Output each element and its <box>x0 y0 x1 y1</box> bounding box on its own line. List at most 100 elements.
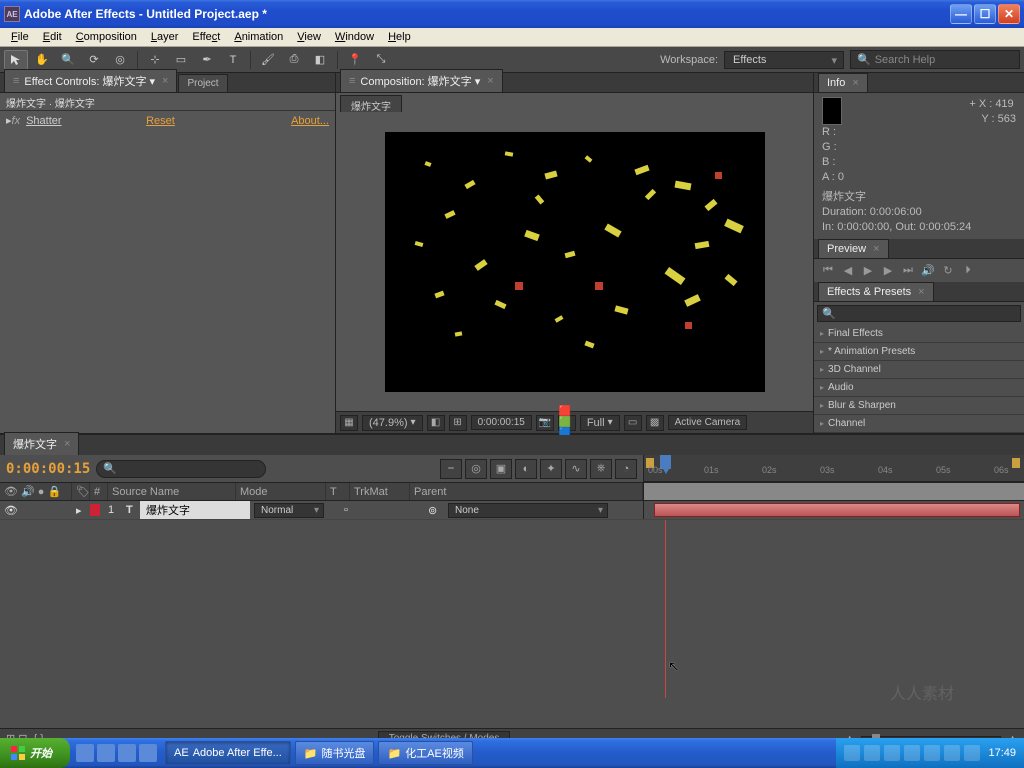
menu-composition[interactable]: Composition <box>69 29 144 45</box>
timeline-timecode[interactable]: 0:00:00:15 <box>6 461 90 477</box>
channel-icon[interactable]: 🟥🟩🟦 <box>558 415 576 431</box>
prev-frame-button[interactable]: ◀ <box>840 264 856 277</box>
play-button[interactable]: ▶ <box>860 264 876 277</box>
quicklaunch-icon[interactable] <box>76 744 94 762</box>
menu-layer[interactable]: Layer <box>144 29 186 45</box>
layer-duration-bar[interactable] <box>654 503 1020 517</box>
parent-dropdown[interactable]: None <box>448 503 608 518</box>
quicklaunch-icon[interactable] <box>139 744 157 762</box>
menu-window[interactable]: Window <box>328 29 381 45</box>
composition-viewer[interactable] <box>385 132 765 392</box>
timeline-layer-row[interactable]: 👁 ▸ 1 T 爆炸文字 Normal ▫ ⊚ None <box>0 501 1024 520</box>
timeline-tab[interactable]: 爆炸文字× <box>4 432 79 455</box>
tray-icon[interactable] <box>944 745 960 761</box>
brush-tool[interactable]: 🖌 <box>256 50 280 70</box>
taskbar-clock[interactable]: 17:49 <box>988 747 1016 759</box>
ep-item[interactable]: 3D Channel <box>814 361 1024 379</box>
resolution-dropdown[interactable]: Full ▾ <box>580 415 620 431</box>
time-ruler[interactable]: 00s 01s 02s 03s 04s 05s 06s <box>644 455 1024 482</box>
ep-item[interactable]: * Animation Presets <box>814 343 1024 361</box>
last-frame-button[interactable]: ⏭ <box>900 264 916 277</box>
quicklaunch-icon[interactable] <box>97 744 115 762</box>
stamp-tool[interactable]: ⎙ <box>282 50 306 70</box>
tl-motionblur-icon[interactable]: ◐ <box>515 459 537 479</box>
menu-view[interactable]: View <box>290 29 328 45</box>
ep-item[interactable]: Audio <box>814 379 1024 397</box>
timecode-display[interactable]: 0:00:00:15 <box>471 415 532 430</box>
zoom-tool[interactable]: 🔍 <box>56 50 80 70</box>
grid-icon[interactable]: ⊞ <box>449 415 467 431</box>
ep-item[interactable]: Blur & Sharpen <box>814 397 1024 415</box>
quicklaunch-icon[interactable] <box>118 744 136 762</box>
snapshot-icon[interactable]: 📷 <box>536 415 554 431</box>
maximize-button[interactable]: ☐ <box>974 4 996 24</box>
start-button[interactable]: 开始 <box>0 738 70 768</box>
menu-edit[interactable]: Edit <box>36 29 69 45</box>
effect-reset-link[interactable]: Reset <box>146 115 175 127</box>
tab-effects-presets[interactable]: Effects & Presets× <box>818 282 934 301</box>
menu-effect[interactable]: Effect <box>185 29 227 45</box>
next-frame-button[interactable]: ▶ <box>880 264 896 277</box>
search-help-input[interactable]: 🔍 Search Help <box>850 50 1020 69</box>
zoom-dropdown[interactable]: (47.9%) ▾ <box>362 415 423 431</box>
tl-brainstorm-icon[interactable]: ✦ <box>540 459 562 479</box>
audio-button[interactable]: 🔊 <box>920 264 936 277</box>
anchor-tool[interactable]: ⊹ <box>143 50 167 70</box>
tl-shy-icon[interactable]: ⎯ <box>440 459 462 479</box>
tab-composition[interactable]: ≡Composition: 爆炸文字▾× <box>340 69 503 92</box>
tab-preview[interactable]: Preview× <box>818 239 889 258</box>
tray-icon[interactable] <box>864 745 880 761</box>
tray-icon[interactable] <box>844 745 860 761</box>
view-icon[interactable]: ▭ <box>624 415 642 431</box>
timeline-search[interactable]: 🔍 <box>96 460 266 478</box>
mode-dropdown[interactable]: Normal <box>254 503 324 518</box>
tl-lock-icon[interactable]: ◔ <box>615 459 637 479</box>
work-area-end[interactable] <box>1012 458 1020 468</box>
axis-tool[interactable]: ⤡ <box>369 50 393 70</box>
minimize-button[interactable]: — <box>950 4 972 24</box>
effect-about-link[interactable]: About... <box>291 115 329 127</box>
tray-icon[interactable] <box>904 745 920 761</box>
taskbar-app-folder2[interactable]: 📁化工AE视频 <box>378 741 472 765</box>
tl-autoker-icon[interactable]: ⎈ <box>590 459 612 479</box>
tl-frameblend-icon[interactable]: ▣ <box>490 459 512 479</box>
text-tool[interactable]: T <box>221 50 245 70</box>
puppet-tool[interactable]: 📍 <box>343 50 367 70</box>
hand-tool[interactable]: ✋ <box>30 50 54 70</box>
effects-search-input[interactable]: 🔍 <box>817 305 1021 322</box>
tray-icon[interactable] <box>924 745 940 761</box>
tl-graph-icon[interactable]: ∿ <box>565 459 587 479</box>
tab-effect-controls[interactable]: ≡Effect Controls: 爆炸文字▾× <box>4 69 177 92</box>
tl-draft3d-icon[interactable]: ◎ <box>465 459 487 479</box>
ep-item[interactable]: Channel <box>814 415 1024 433</box>
close-button[interactable]: ✕ <box>998 4 1020 24</box>
rect-tool[interactable]: ▭ <box>169 50 193 70</box>
rotate-tool[interactable]: ⟳ <box>82 50 106 70</box>
tray-icon[interactable] <box>964 745 980 761</box>
tab-project[interactable]: Project <box>178 74 227 92</box>
workspace-dropdown[interactable]: Effects <box>724 51 844 69</box>
first-frame-button[interactable]: ⏮ <box>820 264 836 277</box>
pen-tool[interactable]: ✒ <box>195 50 219 70</box>
menu-help[interactable]: Help <box>381 29 418 45</box>
effect-name[interactable]: Shatter <box>26 115 146 127</box>
camera-dropdown[interactable]: Active Camera <box>668 415 748 430</box>
comp-subtab[interactable]: 爆炸文字 <box>340 95 402 112</box>
effect-row-shatter[interactable]: ▸ fx Shatter Reset About... <box>0 111 335 130</box>
taskbar-app-folder1[interactable]: 📁随书光盘 <box>295 741 375 765</box>
eraser-tool[interactable]: ◧ <box>308 50 332 70</box>
taskbar-app-ae[interactable]: AEAdobe After Effe... <box>165 741 291 765</box>
loop-button[interactable]: ↻ <box>940 264 956 277</box>
selection-tool[interactable] <box>4 50 28 70</box>
tray-icon[interactable] <box>884 745 900 761</box>
ep-item[interactable]: Final Effects <box>814 325 1024 343</box>
menu-animation[interactable]: Animation <box>227 29 290 45</box>
layer-color-swatch[interactable] <box>90 504 100 516</box>
menu-file[interactable]: File <box>4 29 36 45</box>
camera-tool[interactable]: ◎ <box>108 50 132 70</box>
res-half-icon[interactable]: ◧ <box>427 415 445 431</box>
tab-info[interactable]: Info× <box>818 73 868 92</box>
region-icon[interactable]: ▦ <box>340 415 358 431</box>
ram-preview-button[interactable]: ⏵ <box>960 264 976 277</box>
transparency-icon[interactable]: ▩ <box>646 415 664 431</box>
